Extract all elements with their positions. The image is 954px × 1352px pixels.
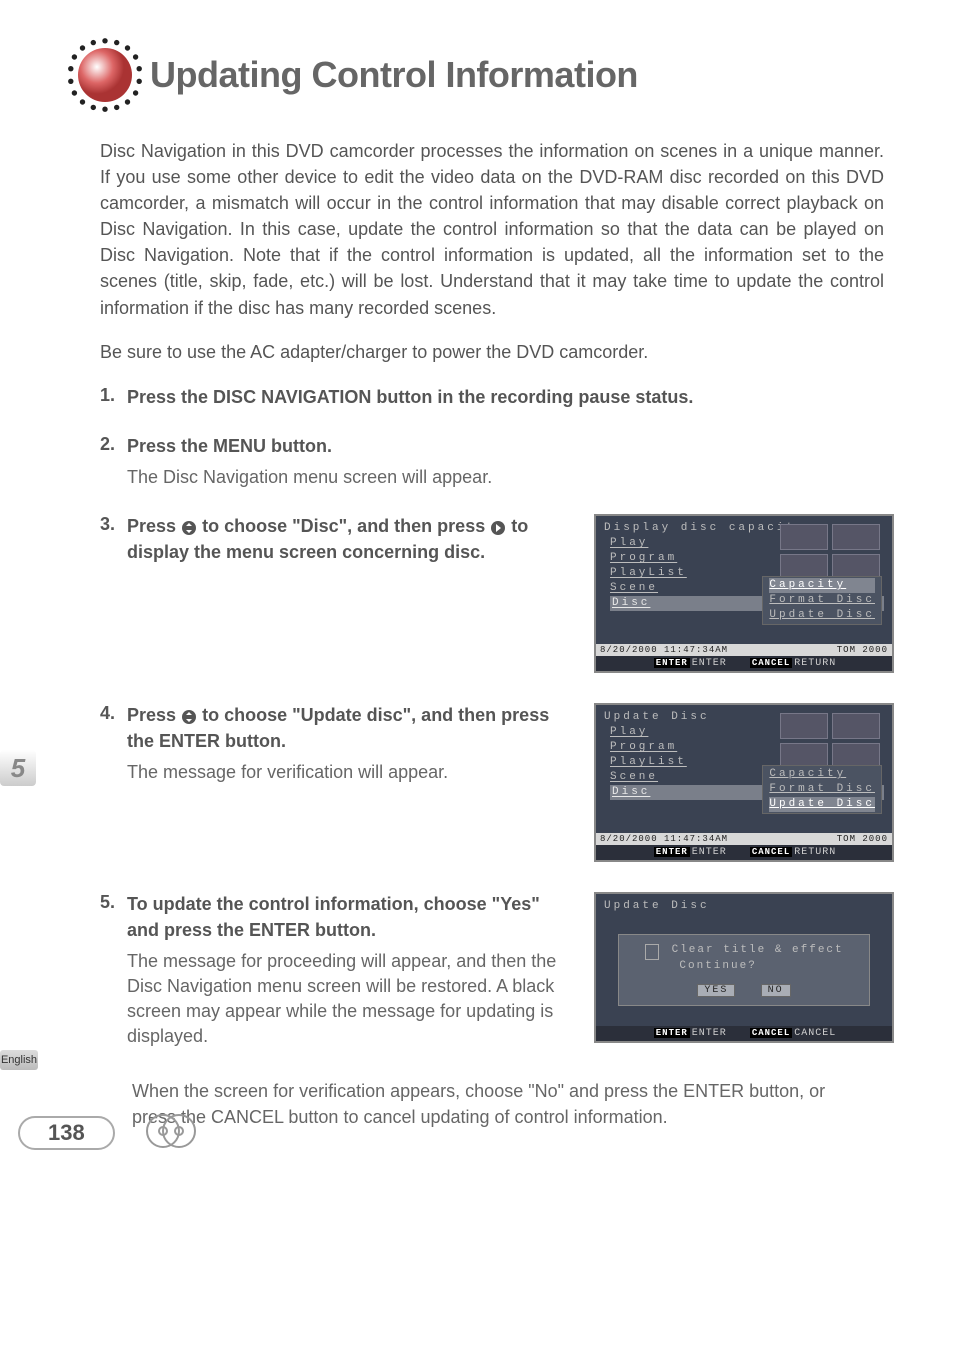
osd-submenu-item-selected: Update Disc bbox=[769, 797, 875, 812]
osd-footer: ENTERENTER CANCELCANCEL bbox=[596, 1026, 892, 1041]
step-heading: Press the MENU button. bbox=[127, 434, 894, 459]
osd-status-datetime: 8/20/2000 11:47:34AM bbox=[600, 645, 728, 655]
osd-status-title: TOM 2000 bbox=[837, 834, 888, 844]
checkbox-icon bbox=[645, 944, 659, 960]
intro-paragraph: Disc Navigation in this DVD camcorder pr… bbox=[100, 138, 884, 321]
page-title: Updating Control Information bbox=[150, 54, 638, 96]
language-badge: English bbox=[0, 1050, 38, 1070]
osd-submenu-item: Update Disc bbox=[769, 608, 875, 623]
osd-submenu-item-selected: Capacity bbox=[769, 578, 875, 593]
step-description: The message for proceeding will appear, … bbox=[127, 949, 564, 1050]
osd-status-bar: 8/20/2000 11:47:34AM TOM 2000 bbox=[596, 833, 892, 845]
joystick-right-icon bbox=[490, 518, 506, 534]
osd-footer: ENTERENTER CANCELRETURN bbox=[596, 845, 892, 860]
osd-yes-button: YES bbox=[697, 984, 735, 997]
section-logo-icon bbox=[60, 30, 150, 120]
step-number: 2. bbox=[100, 434, 115, 455]
osd-enter-action: ENTER bbox=[692, 847, 727, 858]
step-heading: Press to choose "Disc", and then press t… bbox=[127, 514, 564, 564]
osd-enter-label: ENTER bbox=[654, 1028, 690, 1038]
osd-dialog: Clear title & effect Continue? YES NO bbox=[618, 934, 870, 1005]
discs-icon bbox=[145, 1113, 205, 1154]
step-3: 3. Press to choose "Disc", and then pres… bbox=[100, 514, 894, 673]
step-description: The message for verification will appear… bbox=[127, 760, 564, 785]
osd-submenu-item: Format Disc bbox=[769, 593, 875, 608]
osd-submenu: Capacity Format Disc Update Disc bbox=[762, 576, 882, 625]
step-heading: To update the control information, choos… bbox=[127, 892, 564, 942]
osd-dialog-line2: Continue? bbox=[679, 960, 756, 972]
joystick-updown-icon bbox=[181, 518, 197, 534]
step-text-b: to choose "Disc", and then press bbox=[202, 516, 490, 536]
osd-cancel-label: CANCEL bbox=[750, 847, 792, 857]
step-text-a: Press bbox=[127, 705, 181, 725]
osd-enter-label: ENTER bbox=[654, 658, 690, 668]
osd-title: Update Disc bbox=[604, 900, 884, 912]
osd-screenshot-2: Update Disc Play Program PlayList Scene … bbox=[594, 703, 894, 862]
step-1: 1. Press the DISC NAVIGATION button in t… bbox=[100, 385, 894, 410]
osd-thumbnail-grid bbox=[780, 524, 880, 580]
osd-status-bar: 8/20/2000 11:47:34AM TOM 2000 bbox=[596, 644, 892, 656]
step-5: 5. To update the control information, ch… bbox=[100, 892, 894, 1049]
step-2: 2. Press the MENU button. The Disc Navig… bbox=[100, 434, 894, 490]
osd-cancel-label: CANCEL bbox=[750, 658, 792, 668]
osd-cancel-action: RETURN bbox=[794, 658, 836, 669]
step-number: 5. bbox=[100, 892, 115, 913]
osd-cancel-action: CANCEL bbox=[794, 1028, 836, 1039]
step-number: 1. bbox=[100, 385, 115, 406]
osd-submenu-item: Format Disc bbox=[769, 782, 875, 797]
osd-status-title: TOM 2000 bbox=[837, 645, 888, 655]
step-number: 4. bbox=[100, 703, 115, 724]
step-4: 4. Press to choose "Update disc", and th… bbox=[100, 703, 894, 862]
section-number-badge: 5 bbox=[0, 750, 36, 786]
osd-enter-action: ENTER bbox=[692, 1028, 727, 1039]
osd-thumbnail-grid bbox=[780, 713, 880, 769]
step-description: The Disc Navigation menu screen will app… bbox=[127, 465, 894, 490]
step-heading: Press to choose "Update disc", and then … bbox=[127, 703, 564, 753]
osd-submenu-item: Capacity bbox=[769, 767, 875, 782]
intro-paragraph-2: Be sure to use the AC adapter/charger to… bbox=[100, 339, 884, 365]
osd-no-button: NO bbox=[761, 984, 791, 997]
osd-dialog-line1: Clear title & effect bbox=[672, 944, 844, 956]
osd-cancel-action: RETURN bbox=[794, 847, 836, 858]
step-text-a: Press bbox=[127, 516, 181, 536]
page-footer: 138 bbox=[18, 1113, 205, 1154]
joystick-updown-icon bbox=[181, 707, 197, 723]
step-heading: Press the DISC NAVIGATION button in the … bbox=[127, 385, 894, 410]
osd-submenu: Capacity Format Disc Update Disc bbox=[762, 765, 882, 814]
osd-screenshot-1: Display disc capacity Play Program PlayL… bbox=[594, 514, 894, 673]
osd-footer: ENTERENTER CANCELRETURN bbox=[596, 656, 892, 671]
osd-cancel-label: CANCEL bbox=[750, 1028, 792, 1038]
osd-status-datetime: 8/20/2000 11:47:34AM bbox=[600, 834, 728, 844]
osd-screenshot-3: Update Disc Clear title & effect Continu… bbox=[594, 892, 894, 1042]
step-5-continuation: When the screen for verification appears… bbox=[132, 1079, 874, 1129]
osd-enter-label: ENTER bbox=[654, 847, 690, 857]
step-number: 3. bbox=[100, 514, 115, 535]
page-number: 138 bbox=[18, 1116, 115, 1150]
osd-enter-action: ENTER bbox=[692, 658, 727, 669]
